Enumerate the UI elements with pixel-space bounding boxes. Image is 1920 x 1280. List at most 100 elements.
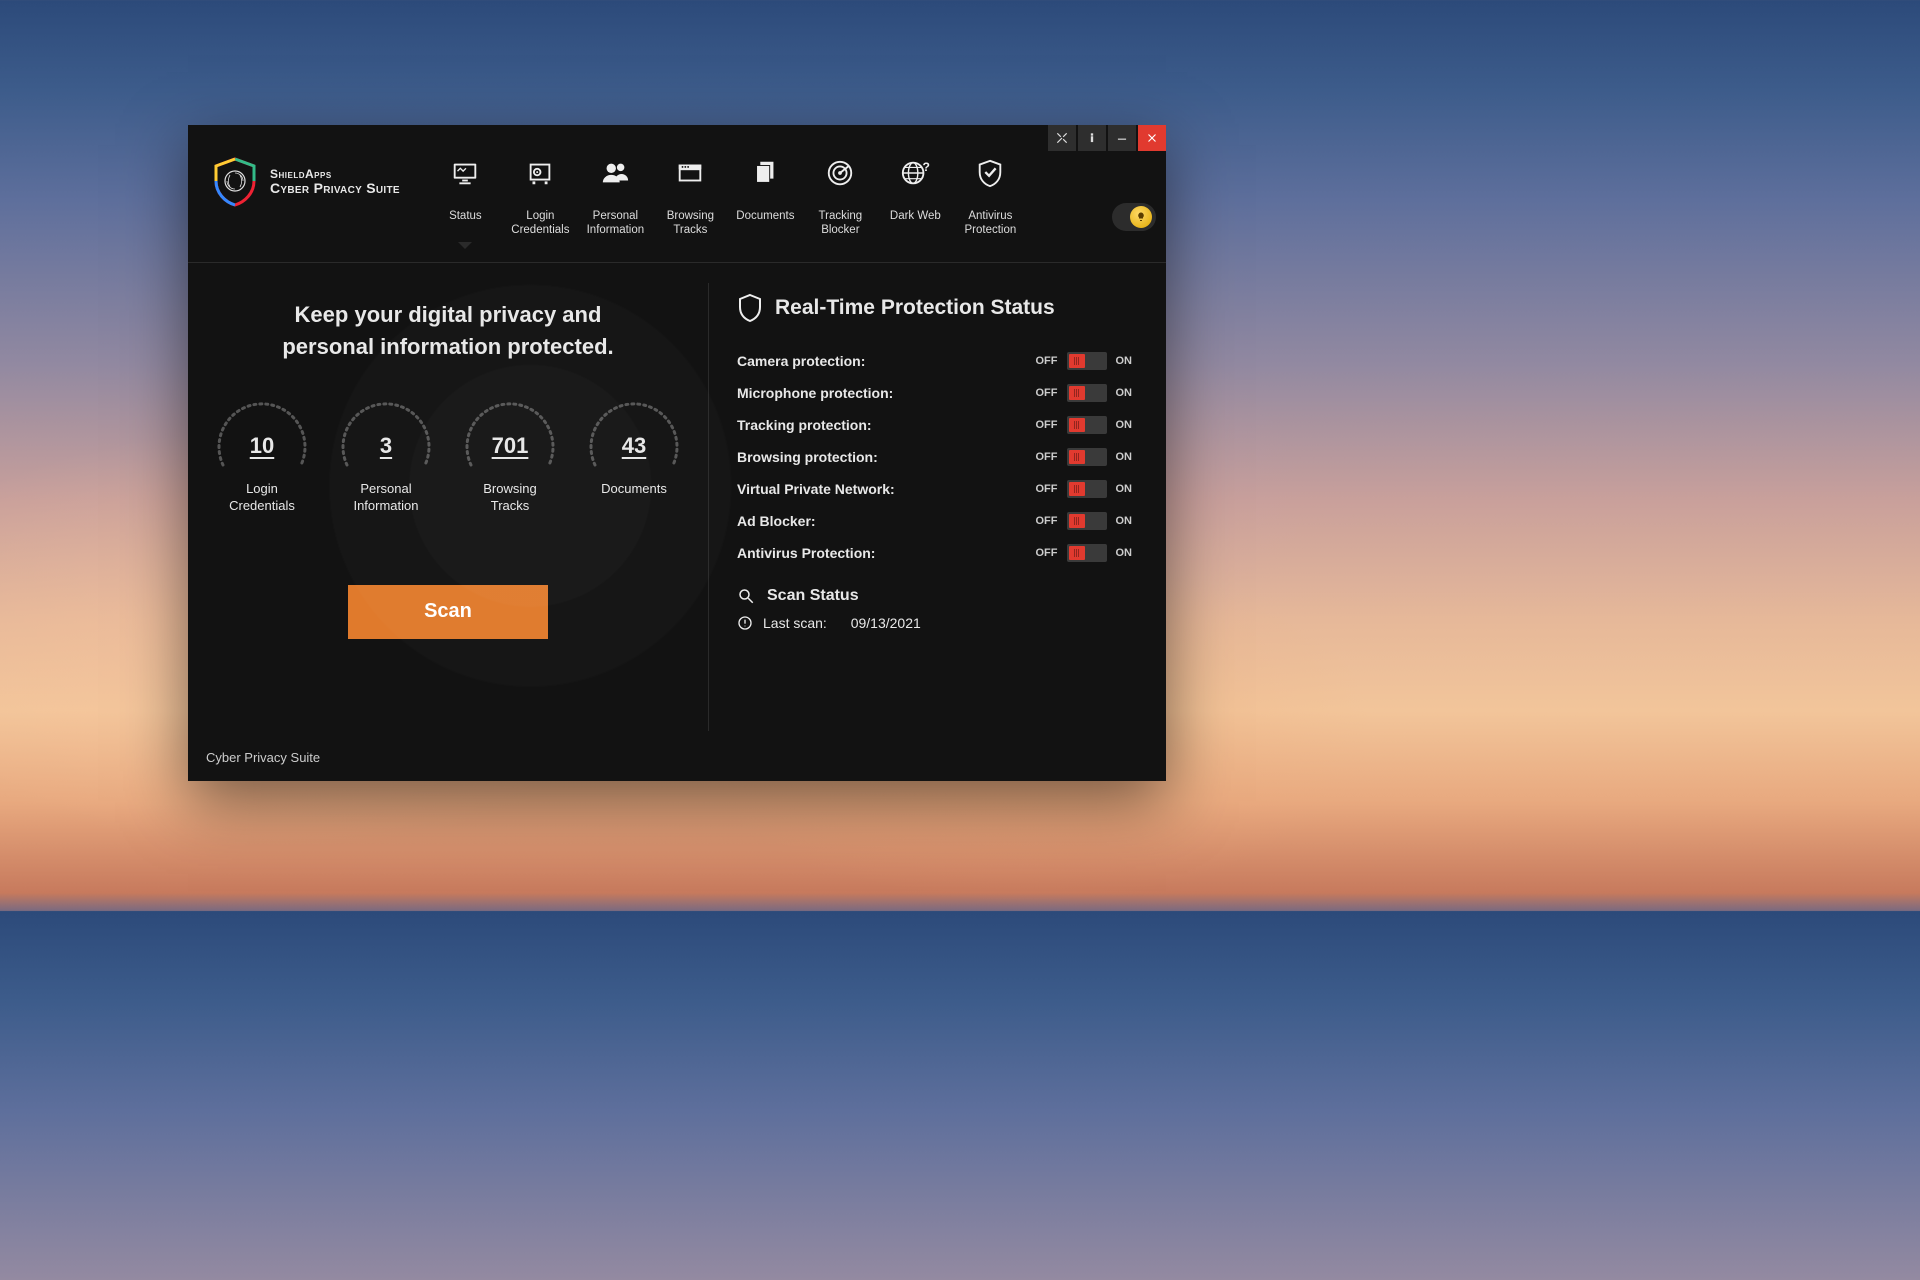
globe-question-icon: ? — [900, 158, 930, 188]
brand-name: ShieldApps — [270, 168, 400, 181]
off-label: OFF — [1036, 515, 1058, 527]
toggle-label: Browsing protection: — [737, 449, 878, 465]
toggle-camera-protection: Camera protection: OFF ON — [737, 345, 1132, 377]
gauge-documents[interactable]: 43 Documents — [578, 395, 690, 515]
on-label: ON — [1116, 515, 1133, 527]
on-label: ON — [1116, 355, 1133, 367]
toggle-label: Virtual Private Network: — [737, 481, 895, 497]
scan-status-heading: Scan Status — [737, 587, 1132, 605]
tab-documents[interactable]: Documents — [728, 149, 803, 248]
headline-line2: personal information protected. — [282, 331, 613, 363]
search-icon — [737, 587, 755, 605]
tab-label: Browsing Tracks — [653, 209, 728, 238]
info-icon — [1085, 131, 1099, 145]
toggle-label: Tracking protection: — [737, 417, 872, 433]
switch[interactable] — [1067, 480, 1107, 498]
toggle-vpn: Virtual Private Network: OFF ON — [737, 473, 1132, 505]
tab-label: Antivirus Protection — [953, 209, 1028, 238]
minimize-button[interactable] — [1108, 125, 1136, 151]
tab-antivirus-protection[interactable]: Antivirus Protection — [953, 149, 1028, 248]
shield-logo-icon — [212, 157, 258, 207]
left-pane: Keep your digital privacy and personal i… — [188, 263, 708, 781]
tab-status[interactable]: Status — [428, 149, 503, 248]
header: ShieldApps Cyber Privacy Suite Status Lo… — [188, 125, 1166, 263]
info-button[interactable] — [1078, 125, 1106, 151]
tab-label: Documents — [736, 209, 794, 223]
gauge-value: 43 — [581, 433, 687, 459]
switch[interactable] — [1067, 352, 1107, 370]
safe-icon — [525, 158, 555, 188]
bulb-icon — [1135, 211, 1147, 223]
shield-check-icon — [975, 158, 1005, 188]
documents-icon — [750, 158, 780, 188]
right-pane: Real-Time Protection Status Camera prote… — [709, 263, 1166, 781]
switch[interactable] — [1067, 384, 1107, 402]
last-scan-row: Last scan: 09/13/2021 — [737, 615, 1132, 631]
gauge-value: 10 — [209, 433, 315, 459]
close-button[interactable] — [1138, 125, 1166, 151]
toggle-label: Camera protection: — [737, 353, 865, 369]
off-label: OFF — [1036, 387, 1058, 399]
alert-icon — [737, 615, 753, 631]
tab-label: Tracking Blocker — [803, 209, 878, 238]
app-window: ShieldApps Cyber Privacy Suite Status Lo… — [188, 125, 1166, 781]
tab-label: Status — [449, 209, 482, 223]
protection-status-title: Real-Time Protection Status — [737, 293, 1132, 323]
headline-line1: Keep your digital privacy and — [282, 299, 613, 331]
hint-bulb-button[interactable] — [1112, 203, 1156, 231]
off-label: OFF — [1036, 419, 1058, 431]
radar-icon — [825, 158, 855, 188]
tab-tracking-blocker[interactable]: Tracking Blocker — [803, 149, 878, 248]
off-label: OFF — [1036, 355, 1058, 367]
minimize-icon — [1115, 131, 1129, 145]
off-label: OFF — [1036, 483, 1058, 495]
switch[interactable] — [1067, 448, 1107, 466]
tab-personal-information[interactable]: Personal Information — [578, 149, 653, 248]
nav-tabs: Status Login Credentials Personal Inform… — [428, 149, 1028, 248]
toggle-ad-blocker: Ad Blocker: OFF ON — [737, 505, 1132, 537]
headline: Keep your digital privacy and personal i… — [282, 299, 613, 363]
toggle-microphone-protection: Microphone protection: OFF ON — [737, 377, 1132, 409]
switch[interactable] — [1067, 544, 1107, 562]
switch[interactable] — [1067, 512, 1107, 530]
gauge-login-credentials[interactable]: 10 LoginCredentials — [206, 395, 318, 515]
toggle-label: Microphone protection: — [737, 385, 893, 401]
main-content: Keep your digital privacy and personal i… — [188, 263, 1166, 781]
tools-icon — [1055, 131, 1069, 145]
tab-label: Login Credentials — [503, 209, 578, 238]
monitor-icon — [450, 158, 480, 188]
on-label: ON — [1116, 419, 1133, 431]
shield-icon — [737, 293, 763, 323]
breadcrumb: Cyber Privacy Suite — [206, 750, 320, 765]
on-label: ON — [1116, 547, 1133, 559]
last-scan-value: 09/13/2021 — [851, 615, 921, 631]
settings-button[interactable] — [1048, 125, 1076, 151]
tab-login-credentials[interactable]: Login Credentials — [503, 149, 578, 248]
people-icon — [600, 158, 630, 188]
off-label: OFF — [1036, 451, 1058, 463]
toggle-label: Ad Blocker: — [737, 513, 816, 529]
svg-text:?: ? — [923, 160, 930, 174]
tab-label: Dark Web — [890, 209, 941, 223]
off-label: OFF — [1036, 547, 1058, 559]
on-label: ON — [1116, 483, 1133, 495]
gauge-value: 3 — [333, 433, 439, 459]
scan-button[interactable]: Scan — [348, 585, 548, 639]
gauge-browsing-tracks[interactable]: 701 BrowsingTracks — [454, 395, 566, 515]
close-icon — [1145, 131, 1159, 145]
tab-browsing-tracks[interactable]: Browsing Tracks — [653, 149, 728, 248]
brand-logo: ShieldApps Cyber Privacy Suite — [212, 157, 400, 207]
tab-label: Personal Information — [578, 209, 653, 238]
protection-title-text: Real-Time Protection Status — [775, 296, 1055, 320]
switch[interactable] — [1067, 416, 1107, 434]
scan-status-text: Scan Status — [767, 587, 859, 605]
toggle-antivirus-protection: Antivirus Protection: OFF ON — [737, 537, 1132, 569]
tab-dark-web[interactable]: ? Dark Web — [878, 149, 953, 248]
toggle-label: Antivirus Protection: — [737, 545, 875, 561]
titlebar — [1046, 125, 1166, 151]
toggle-tracking-protection: Tracking protection: OFF ON — [737, 409, 1132, 441]
gauge-personal-information[interactable]: 3 PersonalInformation — [330, 395, 442, 515]
on-label: ON — [1116, 387, 1133, 399]
browser-icon — [675, 158, 705, 188]
brand-product: Cyber Privacy Suite — [270, 181, 400, 196]
